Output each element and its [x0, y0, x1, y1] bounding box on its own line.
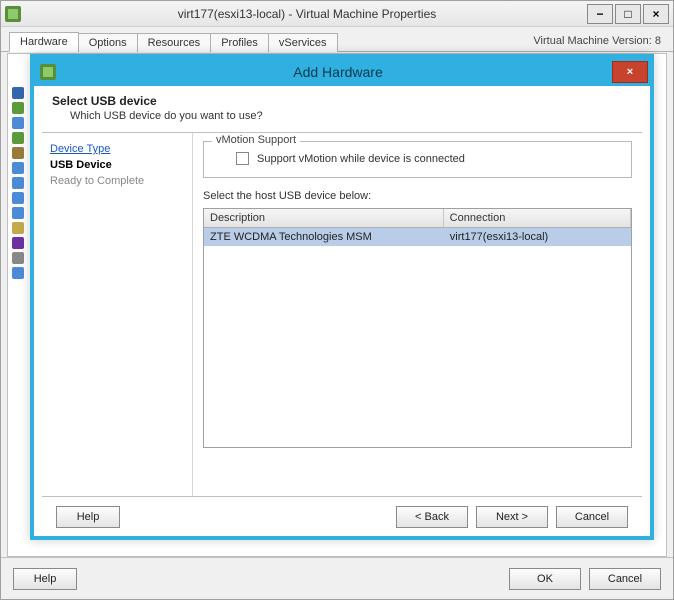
device-icon: [12, 177, 24, 189]
device-icon: [12, 207, 24, 219]
dialog-help-button[interactable]: Help: [56, 506, 120, 528]
device-icon: [12, 132, 24, 144]
device-icon: [12, 222, 24, 234]
parent-help-button[interactable]: Help: [13, 568, 77, 590]
dialog-header: Select USB device Which USB device do yo…: [34, 86, 650, 132]
dialog-close-button[interactable]: ×: [612, 61, 648, 83]
device-icon: [12, 267, 24, 279]
vmotion-support-group: vMotion Support Support vMotion while de…: [203, 141, 632, 178]
parent-window-title: virt177(esxi13-local) - Virtual Machine …: [29, 7, 585, 21]
device-icon: [12, 252, 24, 264]
dialog-footer: Help < Back Next > Cancel: [42, 496, 642, 536]
tab-resources[interactable]: Resources: [137, 33, 212, 52]
nav-ready-to-complete: Ready to Complete: [50, 175, 184, 187]
cell-description: ZTE WCDMA Technologies MSM: [204, 228, 444, 246]
device-icon: [12, 192, 24, 204]
dialog-content: Device Type USB Device Ready to Complete…: [42, 132, 642, 496]
tab-hardware[interactable]: Hardware: [9, 32, 79, 52]
close-button[interactable]: ×: [643, 4, 669, 24]
window-controls: − □ ×: [585, 4, 669, 24]
parent-titlebar: virt177(esxi13-local) - Virtual Machine …: [1, 1, 673, 27]
next-button[interactable]: Next >: [476, 506, 548, 528]
wizard-main: vMotion Support Support vMotion while de…: [192, 133, 642, 496]
vmotion-checkbox[interactable]: [236, 152, 249, 165]
device-icon: [12, 237, 24, 249]
add-hardware-dialog: Add Hardware × Select USB device Which U…: [30, 54, 654, 540]
vmotion-legend: vMotion Support: [212, 134, 300, 146]
parent-ok-button[interactable]: OK: [509, 568, 581, 590]
table-row[interactable]: ZTE WCDMA Technologies MSM virt177(esxi1…: [204, 228, 631, 246]
column-connection[interactable]: Connection: [444, 209, 631, 227]
dialog-title: Add Hardware: [64, 64, 612, 80]
dialog-header-subtitle: Which USB device do you want to use?: [52, 110, 632, 122]
nav-usb-device: USB Device: [50, 159, 184, 171]
minimize-button[interactable]: −: [587, 4, 613, 24]
table-header: Description Connection: [204, 209, 631, 228]
parent-tabs: Hardware Options Resources Profiles vSer…: [1, 27, 673, 52]
device-icon: [12, 162, 24, 174]
wizard-nav: Device Type USB Device Ready to Complete: [42, 133, 192, 496]
device-icon: [12, 117, 24, 129]
maximize-button[interactable]: □: [615, 4, 641, 24]
dialog-titlebar: Add Hardware ×: [34, 58, 650, 86]
tab-profiles[interactable]: Profiles: [210, 33, 269, 52]
usb-device-table: Description Connection ZTE WCDMA Technol…: [203, 208, 632, 448]
dialog-header-title: Select USB device: [52, 94, 632, 108]
vsphere-icon: [40, 64, 56, 80]
device-icon: [12, 87, 24, 99]
column-description[interactable]: Description: [204, 209, 444, 227]
vmotion-checkbox-row: Support vMotion while device is connecte…: [216, 152, 619, 165]
parent-footer: Help OK Cancel: [1, 557, 673, 599]
device-icon: [12, 102, 24, 114]
back-button[interactable]: < Back: [396, 506, 468, 528]
tab-options[interactable]: Options: [78, 33, 138, 52]
device-icon-strip: [12, 84, 26, 526]
cell-connection: virt177(esxi13-local): [444, 228, 631, 246]
usb-list-label: Select the host USB device below:: [203, 190, 632, 202]
dialog-cancel-button[interactable]: Cancel: [556, 506, 628, 528]
parent-cancel-button[interactable]: Cancel: [589, 568, 661, 590]
vsphere-icon: [5, 6, 21, 22]
vm-version-label: Virtual Machine Version: 8: [533, 35, 665, 47]
nav-device-type[interactable]: Device Type: [50, 143, 184, 155]
device-icon: [12, 147, 24, 159]
tab-vservices[interactable]: vServices: [268, 33, 338, 52]
vmotion-checkbox-label: Support vMotion while device is connecte…: [257, 153, 465, 165]
